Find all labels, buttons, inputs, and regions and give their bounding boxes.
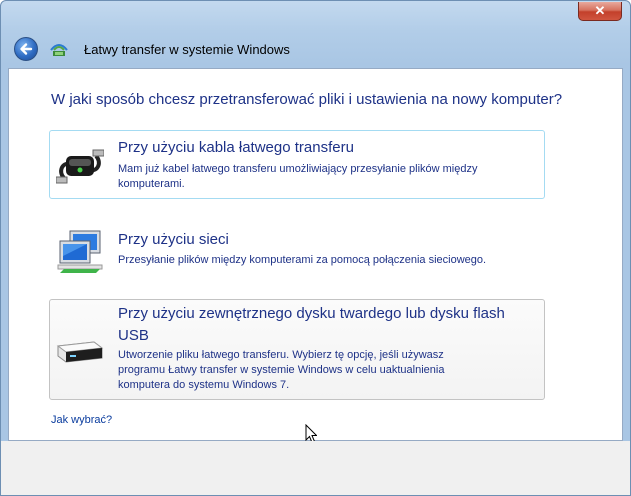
page-question: W jaki sposób chcesz przetransferować pl… [51,91,563,108]
back-arrow-icon [20,43,33,55]
option-external-drive[interactable]: Przy użyciu zewnętrznego dysku twardego … [49,299,545,400]
close-button[interactable]: ✕ [578,2,622,21]
wizard-footer [1,441,630,495]
option-description: Utworzenie pliku łatwego transferu. Wybi… [118,349,445,391]
window-title: Łatwy transfer w systemie Windows [84,42,290,57]
content-area: W jaki sposób chcesz przetransferować pl… [8,68,623,444]
option-title: Przy użyciu zewnętrznego dysku twardego … [118,305,505,344]
option-description: Mam już kabel łatwego transferu umożliwi… [118,163,478,190]
easy-transfer-icon [50,44,68,56]
help-link[interactable]: Jak wybrać? [51,414,112,426]
option-title: Przy użyciu kabla łatwego transferu [118,139,354,156]
usb-cable-icon [56,149,104,184]
option-network[interactable]: Przy użyciu sieci Przesyłanie plików mię… [49,226,545,278]
option-description: Przesyłanie plików między komputerami za… [118,254,487,266]
wizard-window: ✕ Łatwy transfer w systemie Windows W ja… [0,0,631,496]
back-button[interactable] [14,37,38,61]
external-drive-icon [56,341,104,363]
close-icon: ✕ [594,3,606,18]
network-icon [57,230,103,273]
wizard-header: Łatwy transfer w systemie Windows [1,31,630,67]
option-easy-transfer-cable[interactable]: Przy użyciu kabla łatwego transferu Mam … [49,130,545,199]
option-title: Przy użyciu sieci [118,231,229,248]
